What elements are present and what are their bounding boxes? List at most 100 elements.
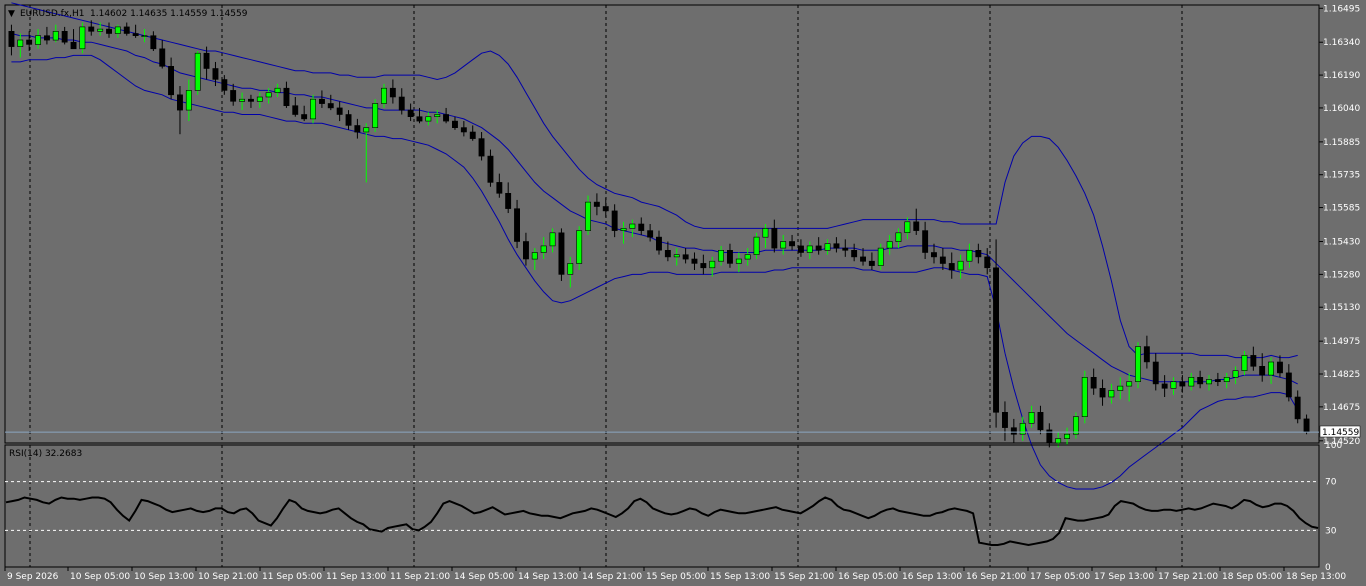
candle[interactable] xyxy=(274,83,281,97)
candle[interactable] xyxy=(1152,353,1159,391)
candle[interactable] xyxy=(744,248,751,266)
candle[interactable] xyxy=(372,99,379,133)
candle[interactable] xyxy=(576,226,583,270)
candle[interactable] xyxy=(1277,355,1283,378)
candle[interactable] xyxy=(239,92,245,111)
candle[interactable] xyxy=(425,112,432,126)
candle[interactable] xyxy=(1108,383,1115,404)
candle[interactable] xyxy=(106,22,113,38)
candle[interactable] xyxy=(1073,412,1079,439)
candle[interactable] xyxy=(1081,370,1088,424)
candle[interactable] xyxy=(726,243,733,268)
candle[interactable] xyxy=(478,132,485,161)
candle[interactable] xyxy=(123,22,130,36)
candle[interactable] xyxy=(691,252,698,270)
candle[interactable] xyxy=(1135,342,1142,389)
candle[interactable] xyxy=(815,237,822,255)
candle[interactable] xyxy=(469,125,476,141)
candle[interactable] xyxy=(789,234,796,251)
candle[interactable] xyxy=(904,217,911,240)
candle[interactable] xyxy=(886,234,893,255)
candle[interactable] xyxy=(1117,377,1124,400)
candle[interactable] xyxy=(451,116,458,130)
candle[interactable] xyxy=(629,219,636,238)
chart-window[interactable]: ▼ EURUSD.fx,H1 1.14602 1.14635 1.14559 1… xyxy=(0,0,1366,586)
candle[interactable] xyxy=(168,57,174,100)
candle[interactable] xyxy=(194,50,201,95)
candle[interactable] xyxy=(345,110,352,130)
candle[interactable] xyxy=(824,239,831,255)
candle[interactable] xyxy=(558,228,565,281)
candle[interactable] xyxy=(771,219,778,253)
candle[interactable] xyxy=(79,22,86,54)
candle[interactable] xyxy=(1001,401,1008,441)
candle[interactable] xyxy=(957,254,964,279)
candle[interactable] xyxy=(735,252,742,273)
candle[interactable] xyxy=(336,101,343,122)
candle[interactable] xyxy=(159,40,166,69)
candle[interactable] xyxy=(522,232,529,266)
candle[interactable] xyxy=(1241,351,1248,376)
candle[interactable] xyxy=(496,173,503,198)
candle[interactable] xyxy=(655,230,662,255)
candle[interactable] xyxy=(1250,346,1257,371)
chart-canvas[interactable]: ▼ EURUSD.fx,H1 1.14602 1.14635 1.14559 1… xyxy=(0,0,1366,586)
candle[interactable] xyxy=(1197,370,1204,389)
candle[interactable] xyxy=(61,26,68,45)
candle[interactable] xyxy=(443,107,449,124)
candle[interactable] xyxy=(150,31,157,51)
candle[interactable] xyxy=(842,239,849,257)
candle[interactable] xyxy=(1170,377,1177,395)
candle[interactable] xyxy=(585,195,592,235)
candle[interactable] xyxy=(1161,375,1168,398)
candle[interactable] xyxy=(1188,372,1195,391)
candle[interactable] xyxy=(975,243,982,264)
candle[interactable] xyxy=(52,24,59,43)
candle[interactable] xyxy=(487,149,494,187)
candle[interactable] xyxy=(1143,335,1150,369)
candle[interactable] xyxy=(638,217,645,235)
candle[interactable] xyxy=(780,234,787,255)
candle[interactable] xyxy=(647,224,654,242)
candle[interactable] xyxy=(407,103,414,122)
candle[interactable] xyxy=(380,83,387,108)
candle[interactable] xyxy=(993,239,1000,428)
candle[interactable] xyxy=(203,46,210,80)
candles-layer[interactable] xyxy=(8,20,1310,448)
candle[interactable] xyxy=(70,29,77,50)
candle[interactable] xyxy=(1090,368,1097,395)
candle[interactable] xyxy=(248,94,254,108)
candle[interactable] xyxy=(833,237,840,253)
candle[interactable] xyxy=(700,254,707,275)
candle[interactable] xyxy=(1028,405,1035,428)
candle[interactable] xyxy=(26,31,33,51)
candle[interactable] xyxy=(327,94,334,111)
candle[interactable] xyxy=(1046,423,1053,448)
candle[interactable] xyxy=(114,24,121,38)
candle[interactable] xyxy=(389,79,396,104)
candle[interactable] xyxy=(1294,390,1301,424)
candle[interactable] xyxy=(17,33,24,58)
candle[interactable] xyxy=(1126,372,1133,402)
candle[interactable] xyxy=(8,24,15,56)
candle[interactable] xyxy=(877,243,884,270)
candle[interactable] xyxy=(1019,416,1026,441)
candle[interactable] xyxy=(966,243,973,268)
candle[interactable] xyxy=(611,204,618,238)
candle[interactable] xyxy=(922,221,929,260)
candle[interactable] xyxy=(141,29,148,43)
candle[interactable] xyxy=(948,252,955,279)
candle[interactable] xyxy=(1223,372,1230,389)
candle[interactable] xyxy=(593,193,600,216)
candle[interactable] xyxy=(1285,364,1292,402)
candle[interactable] xyxy=(1206,375,1212,391)
candle[interactable] xyxy=(310,94,316,124)
candle[interactable] xyxy=(1232,366,1239,384)
candle[interactable] xyxy=(354,118,361,139)
candle[interactable] xyxy=(549,228,556,253)
candle[interactable] xyxy=(682,248,689,264)
candle[interactable] xyxy=(318,90,325,108)
candle[interactable] xyxy=(913,208,920,235)
symbol-arrow-icon[interactable]: ▼ xyxy=(8,9,15,19)
candle[interactable] xyxy=(797,239,804,257)
